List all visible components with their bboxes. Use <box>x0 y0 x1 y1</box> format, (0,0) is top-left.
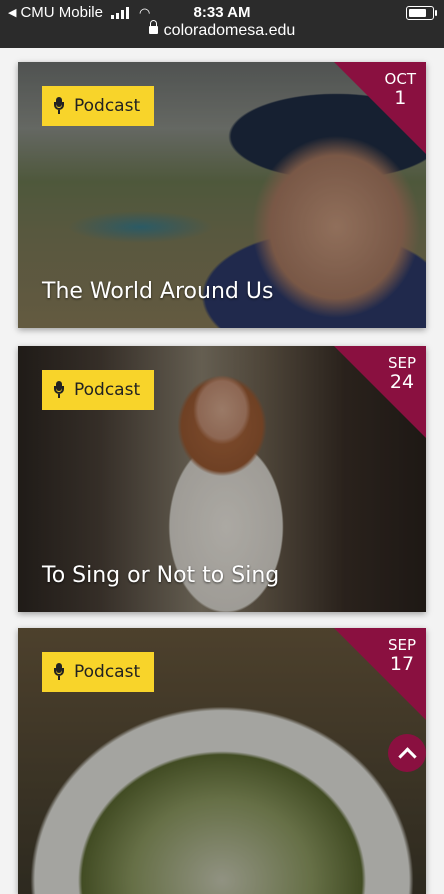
podcast-badge: Podcast <box>42 370 155 410</box>
status-time: 8:33 AM <box>193 4 251 21</box>
battery-icon <box>406 6 437 20</box>
date-label: SEP 24 <box>388 354 416 392</box>
microphone-icon <box>54 381 64 399</box>
date-day: 24 <box>389 371 415 393</box>
address-bar[interactable]: coloradomesa.edu <box>0 20 444 40</box>
date-day: 17 <box>389 653 415 675</box>
back-to-top-button[interactable] <box>388 734 426 772</box>
article-card[interactable]: Podcast SEP 24 To Sing or Not to Sing <box>18 346 426 612</box>
date-month: SEP <box>387 354 416 372</box>
podcast-badge: Podcast <box>42 652 155 692</box>
date-label: OCT 1 <box>385 70 416 108</box>
date-label: SEP 17 <box>388 636 416 674</box>
article-card[interactable]: Podcast OCT 1 The World Around Us <box>18 62 426 328</box>
date-month: SEP <box>387 636 416 654</box>
card-title[interactable]: To Sing or Not to Sing <box>42 563 279 588</box>
url-text: coloradomesa.edu <box>163 22 296 39</box>
status-bar: ◀ CMU Mobile ◠ 8:33 AM coloradomesa.edu <box>0 0 444 48</box>
date-month: OCT <box>384 70 416 88</box>
badge-label: Podcast <box>74 662 141 682</box>
microphone-icon <box>54 97 64 115</box>
card-title[interactable]: The World Around Us <box>42 279 273 304</box>
article-card[interactable]: Podcast SEP 17 <box>18 628 426 894</box>
badge-label: Podcast <box>74 380 141 400</box>
badge-label: Podcast <box>74 96 141 116</box>
lock-icon <box>148 20 158 34</box>
date-day: 1 <box>394 87 407 109</box>
chevron-up-icon <box>397 746 417 766</box>
podcast-badge: Podcast <box>42 86 155 126</box>
microphone-icon <box>54 663 64 681</box>
